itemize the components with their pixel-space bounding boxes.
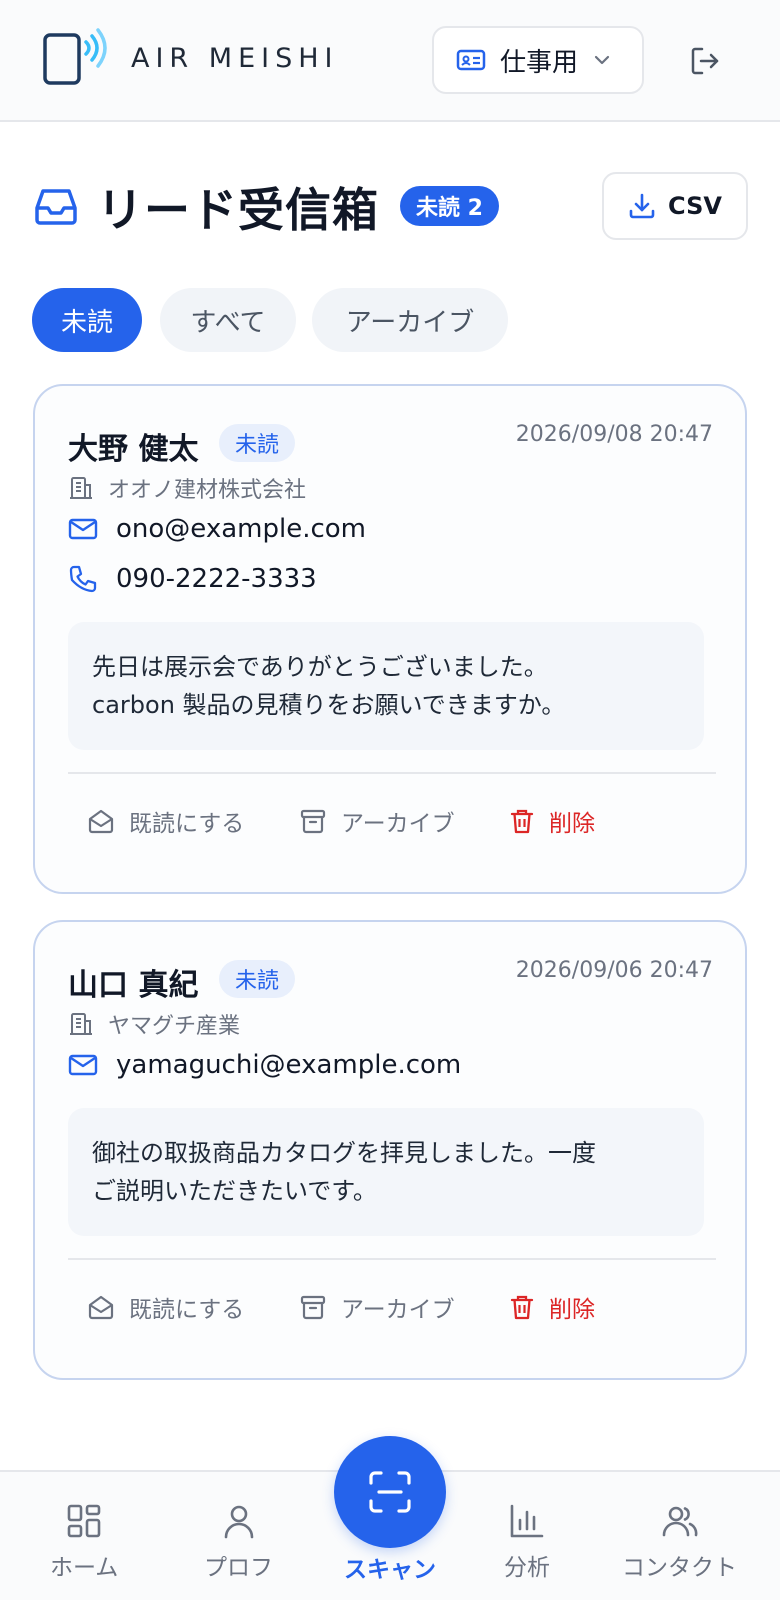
- mark-read-label: 既読にする: [129, 811, 245, 837]
- lead-company: オオノ建材株式会社: [68, 472, 306, 504]
- phone-icon: [69, 565, 97, 593]
- csv-export-button[interactable]: CSV: [602, 172, 748, 240]
- inbox-icon: [35, 189, 77, 225]
- app-header: AIR MEISHI 仕事用: [0, 0, 780, 122]
- id-card-icon: [456, 49, 486, 71]
- archive-button[interactable]: アーカイブ: [299, 1290, 455, 1324]
- lead-email-text: ono@example.com: [116, 514, 366, 544]
- mark-read-label: 既読にする: [129, 1297, 245, 1323]
- app-name: AIR MEISHI: [131, 43, 339, 74]
- delete-button[interactable]: 削除: [509, 1290, 595, 1324]
- building-icon: [70, 1013, 92, 1035]
- lead-name: 山口 真紀: [68, 968, 199, 1003]
- trash-icon: [510, 1295, 534, 1320]
- tab-all[interactable]: すべて: [160, 288, 296, 352]
- lead-message-line: 御社の取扱商品カタログを拝見しました。一度: [92, 1139, 596, 1167]
- delete-label: 削除: [549, 811, 595, 837]
- unread-count-badge: 未読 2: [400, 186, 499, 226]
- building-icon: [70, 477, 92, 499]
- csv-button-label: CSV: [668, 192, 722, 220]
- lead-phone-text: 090-2222-3333: [116, 564, 317, 594]
- lead-company: ヤマグチ産業: [68, 1008, 240, 1040]
- delete-button[interactable]: 削除: [509, 804, 595, 838]
- chevron-down-icon: [594, 55, 610, 65]
- tab-archive[interactable]: アーカイブ: [312, 288, 508, 352]
- delete-label: 削除: [549, 1297, 595, 1323]
- lead-message-line: ご説明いただきたいです。: [92, 1177, 377, 1205]
- mail-icon: [68, 518, 98, 540]
- archive-label: アーカイブ: [341, 1297, 455, 1323]
- lead-card: 山口 真紀 未読 2026/09/06 20:47 ヤマグチ産業 yamaguc…: [33, 920, 747, 1380]
- logout-icon[interactable]: [688, 44, 722, 78]
- page-title: リード受信箱: [97, 183, 379, 237]
- lead-name: 大野 健太: [68, 432, 199, 467]
- archive-label: アーカイブ: [341, 811, 455, 837]
- air-meishi-logo: [43, 28, 107, 85]
- mail-icon: [68, 1054, 98, 1076]
- profile-selector-label: 仕事用: [500, 47, 579, 78]
- archive-box-icon: [300, 809, 326, 834]
- envelope-open-icon: [88, 809, 114, 834]
- lead-date: 2026/09/06 20:47: [515, 958, 713, 983]
- archive-box-icon: [300, 1295, 326, 1320]
- lead-message: 御社の取扱商品カタログを拝見しました。一度 ご説明いただきたいです。: [68, 1108, 704, 1236]
- lead-card: 大野 健太 未読 2026/09/08 20:47 オオノ建材株式会社 ono@…: [33, 384, 747, 894]
- scan-icon: [369, 1471, 411, 1513]
- bar-chart-icon: [510, 1504, 544, 1538]
- card-divider: [68, 1258, 716, 1260]
- scan-button[interactable]: [334, 1436, 446, 1548]
- lead-email[interactable]: yamaguchi@example.com: [68, 1050, 461, 1080]
- lead-email-text: yamaguchi@example.com: [116, 1050, 462, 1080]
- lead-status-badge: 未読: [219, 424, 296, 462]
- lead-company-name: ヤマグチ産業: [108, 1014, 241, 1039]
- lead-phone[interactable]: 090-2222-3333: [68, 564, 317, 594]
- user-icon: [224, 1505, 253, 1539]
- archive-button[interactable]: アーカイブ: [299, 804, 455, 838]
- trash-icon: [510, 809, 534, 834]
- lead-message: 先日は展示会でありがとうございました。 carbon 製品の見積りをお願いできま…: [68, 622, 704, 750]
- nav-scan-label[interactable]: スキャン: [0, 1550, 780, 1584]
- card-divider: [68, 772, 716, 774]
- lead-email[interactable]: ono@example.com: [68, 514, 366, 544]
- envelope-open-icon: [88, 1295, 114, 1320]
- download-icon: [629, 193, 655, 219]
- tab-unread[interactable]: 未読: [32, 288, 142, 352]
- profile-selector[interactable]: 仕事用: [432, 26, 644, 94]
- lead-company-name: オオノ建材株式会社: [108, 478, 307, 503]
- users-icon: [662, 1506, 697, 1537]
- lead-status-badge: 未読: [219, 960, 296, 998]
- lead-date: 2026/09/08 20:47: [515, 422, 713, 447]
- lead-message-line: 先日は展示会でありがとうございました。: [92, 653, 548, 681]
- mark-read-button[interactable]: 既読にする: [87, 1290, 244, 1324]
- mark-read-button[interactable]: 既読にする: [87, 804, 244, 838]
- lead-message-line: carbon 製品の見積りをお願いできますか。: [92, 691, 566, 719]
- home-grid-icon: [67, 1504, 101, 1538]
